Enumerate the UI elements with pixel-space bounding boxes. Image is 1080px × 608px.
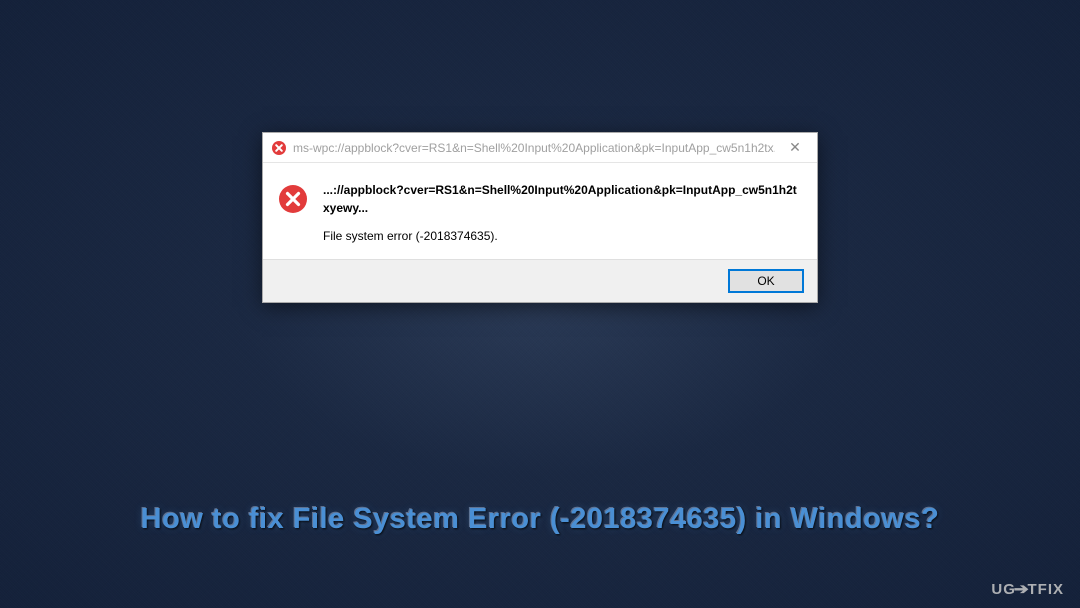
dialog-content: ...://appblock?cver=RS1&n=Shell%20Input%… xyxy=(323,181,803,245)
watermark-logo: UG➔TFIX xyxy=(991,580,1064,598)
ok-button[interactable]: OK xyxy=(729,270,803,292)
page-caption: How to fix File System Error (-201837463… xyxy=(0,503,1080,536)
close-icon: ✕ xyxy=(789,139,801,156)
dialog-message: File system error (-2018374635). xyxy=(323,227,803,245)
close-button[interactable]: ✕ xyxy=(775,134,815,162)
dialog-title: ms-wpc://appblock?cver=RS1&n=Shell%20Inp… xyxy=(293,141,775,155)
dialog-footer: OK xyxy=(263,259,817,302)
error-dialog: ms-wpc://appblock?cver=RS1&n=Shell%20Inp… xyxy=(262,132,818,303)
error-icon xyxy=(277,183,309,215)
error-icon xyxy=(271,140,287,156)
arrow-icon: ➔ xyxy=(1014,580,1030,598)
dialog-body: ...://appblock?cver=RS1&n=Shell%20Input%… xyxy=(263,163,817,259)
watermark-suffix: TFIX xyxy=(1028,581,1065,598)
dialog-titlebar: ms-wpc://appblock?cver=RS1&n=Shell%20Inp… xyxy=(263,133,817,163)
watermark-prefix: UG xyxy=(991,581,1016,598)
dialog-headline: ...://appblock?cver=RS1&n=Shell%20Input%… xyxy=(323,181,803,217)
